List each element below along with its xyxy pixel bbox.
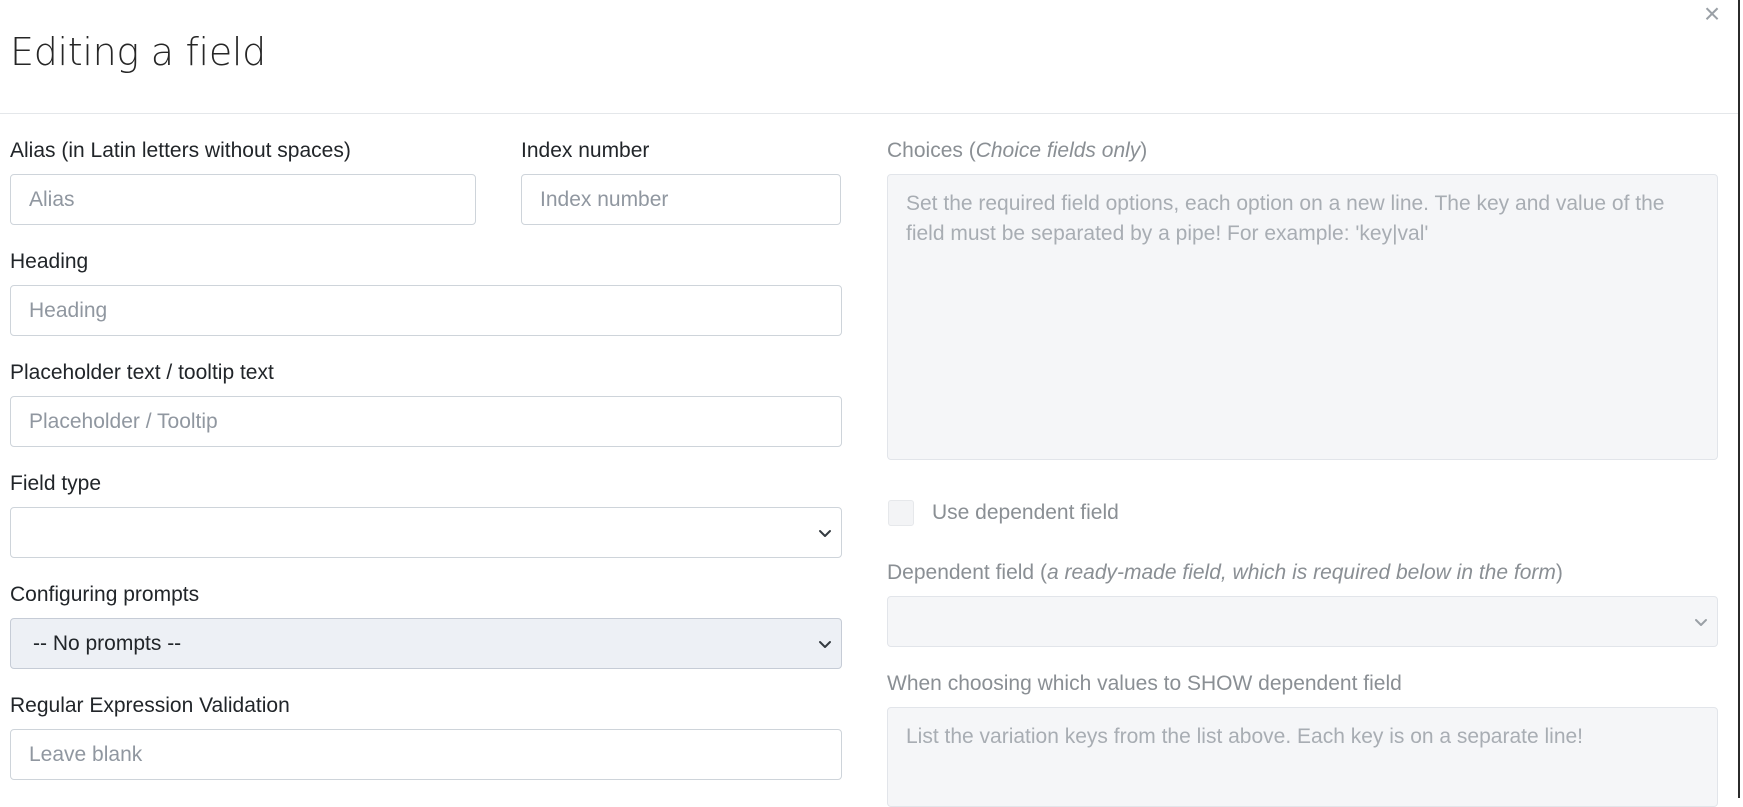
configuring-prompts-label: Configuring prompts — [10, 583, 200, 606]
chevron-down-icon — [817, 636, 833, 652]
use-dependent-field-checkbox[interactable] — [888, 500, 914, 526]
alias-label: Alias (in Latin letters without spaces) — [10, 139, 351, 162]
field-type-label: Field type — [10, 472, 102, 495]
placeholder-tooltip-input[interactable] — [10, 396, 842, 447]
edit-field-modal: Editing a field × Alias (in Latin letter… — [0, 0, 1740, 807]
alias-input[interactable] — [10, 174, 476, 225]
field-type-select[interactable] — [10, 507, 842, 558]
regex-validation-label: Regular Expression Validation — [10, 694, 290, 717]
choices-label: Choices (Choice fields only) — [887, 139, 1148, 162]
modal-header: Editing a field × — [0, 0, 1738, 114]
show-values-label: When choosing which values to SHOW depen… — [887, 672, 1402, 695]
heading-label: Heading — [10, 250, 89, 273]
dependent-field-label: Dependent field (a ready-made field, whi… — [887, 561, 1563, 584]
close-icon[interactable]: × — [1700, 0, 1724, 28]
heading-input[interactable] — [10, 285, 842, 336]
placeholder-text-label: Placeholder text / tooltip text — [10, 361, 274, 384]
modal-title: Editing a field — [10, 30, 266, 74]
regex-validation-input[interactable] — [10, 729, 842, 780]
use-dependent-field-label: Use dependent field — [932, 501, 1119, 524]
index-number-input[interactable] — [521, 174, 841, 225]
dependent-field-select[interactable] — [887, 596, 1718, 647]
configuring-prompts-select[interactable]: -- No prompts -- — [10, 618, 842, 669]
configuring-prompts-selected: -- No prompts -- — [33, 632, 182, 655]
chevron-down-icon — [817, 525, 833, 541]
choices-textarea[interactable] — [887, 174, 1718, 460]
show-values-textarea[interactable] — [887, 707, 1718, 807]
index-number-label: Index number — [521, 139, 650, 162]
chevron-down-icon — [1693, 614, 1709, 630]
